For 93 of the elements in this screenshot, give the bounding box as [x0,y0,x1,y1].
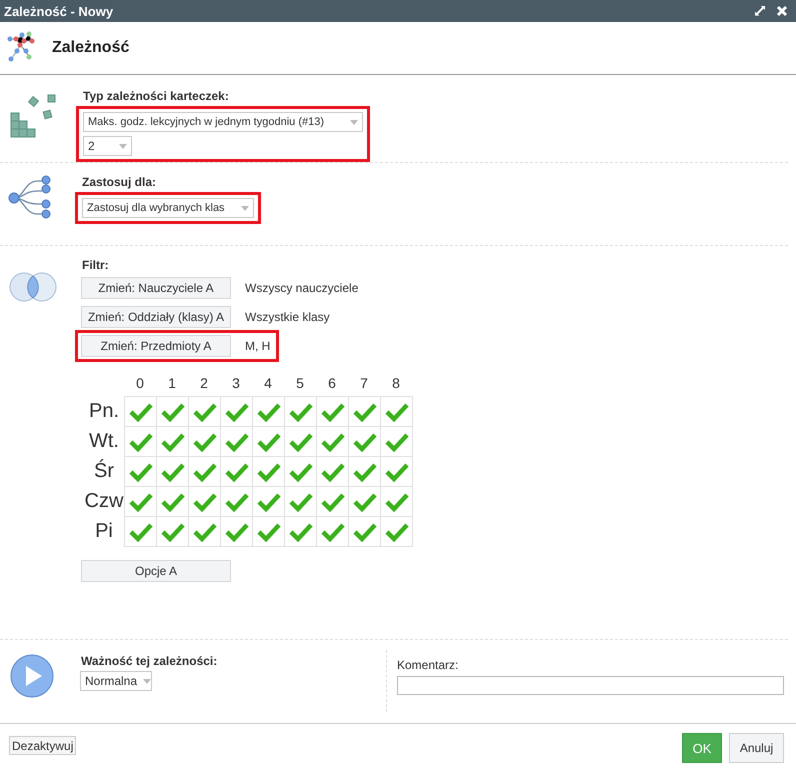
filter-value: Wszystkie klasy [245,310,331,324]
check-icon [288,522,312,542]
check-icon [256,432,280,452]
dependency-type-dropdown[interactable]: Maks. godz. lekcyjnych w jednym tygodniu (#13) [83,112,363,132]
day-label: Wt. [88,430,120,452]
check-icon [160,432,184,452]
check-icon [256,462,280,482]
caret-icon [241,206,249,210]
cancel-button[interactable]: Anuluj [729,733,784,763]
period-number: 3 [231,375,241,391]
apply-to-label: Zastosuj dla: [82,175,156,189]
window-title: Zależność - Nowy [4,4,114,18]
filter-label: Filtr: [82,258,109,272]
check-icon [224,522,248,542]
check-icon [288,402,312,422]
period-number: 8 [391,375,401,391]
check-icon [160,462,184,482]
check-icon [160,492,184,512]
period-number: 5 [295,375,305,391]
check-icon [224,492,248,512]
caret-icon [119,144,127,148]
check-icon [160,402,184,422]
check-icon [128,492,152,512]
check-icon [320,432,344,452]
check-icon [192,522,216,542]
check-icon [352,522,376,542]
check-icon [288,432,312,452]
check-icon [384,432,408,452]
grid-cell[interactable] [124,516,157,547]
day-label: Śr [93,460,115,482]
caret-icon [350,120,358,124]
check-icon [384,522,408,542]
dependency-type-label: Typ zależności karteczek: [83,89,229,103]
period-number: 7 [359,375,369,391]
check-icon [192,492,216,512]
check-icon [256,492,280,512]
comment-label: Komentarz: [397,658,460,672]
check-icon [352,402,376,422]
period-number: 2 [199,375,209,391]
importance-label: Ważność tej zależności: [81,654,218,668]
check-icon [128,462,152,482]
day-label: Pn. [88,400,120,422]
apply-to-dropdown[interactable]: Zastosuj dla wybranych klas [82,198,254,218]
importance-dropdown[interactable]: Normalna [80,671,152,691]
check-icon [256,402,280,422]
period-number: 1 [167,375,177,391]
change-filter-button[interactable]: Zmień: Przedmioty A [81,335,231,357]
expand-icon[interactable] [754,5,766,17]
day-label: Pi [94,520,114,542]
dialog-heading: Zależność [52,39,130,57]
check-icon [352,432,376,452]
blocks-icon [10,93,56,139]
check-icon [320,462,344,482]
filter-value: M, H [245,339,272,353]
check-icon [192,432,216,452]
check-icon [320,402,344,422]
check-icon [160,522,184,542]
check-icon [320,492,344,512]
filter-value: Wszyscy nauczyciele [245,281,360,295]
deactivate-button[interactable]: Dezaktywuj [9,736,76,755]
change-filter-button[interactable]: Zmień: Nauczyciele A [81,277,231,299]
check-icon [192,462,216,482]
count-dropdown[interactable]: 2 [83,136,132,156]
play-icon [10,654,54,698]
period-number: 4 [263,375,273,391]
check-icon [128,402,152,422]
change-filter-button[interactable]: Zmień: Oddziały (klasy) A [81,306,231,328]
check-icon [128,522,152,542]
check-icon [320,522,344,542]
grid-cell[interactable] [124,396,157,427]
grid-cell[interactable] [380,396,413,427]
grid-cell[interactable] [380,516,413,547]
check-icon [384,402,408,422]
check-icon [128,432,152,452]
options-button[interactable]: Opcje A [81,560,231,582]
close-icon[interactable] [776,5,788,17]
check-icon [384,462,408,482]
check-icon [288,462,312,482]
venn-icon [8,271,58,303]
check-icon [288,492,312,512]
day-label: Czw [84,490,124,512]
check-icon [256,522,280,542]
period-number: 6 [327,375,337,391]
check-icon [352,492,376,512]
period-number: 0 [135,375,145,391]
check-icon [192,402,216,422]
check-icon [352,462,376,482]
check-icon [224,462,248,482]
comment-field[interactable] [397,676,784,695]
caret-icon [143,678,152,684]
check-icon [224,402,248,422]
check-icon [224,432,248,452]
check-icon [384,492,408,512]
